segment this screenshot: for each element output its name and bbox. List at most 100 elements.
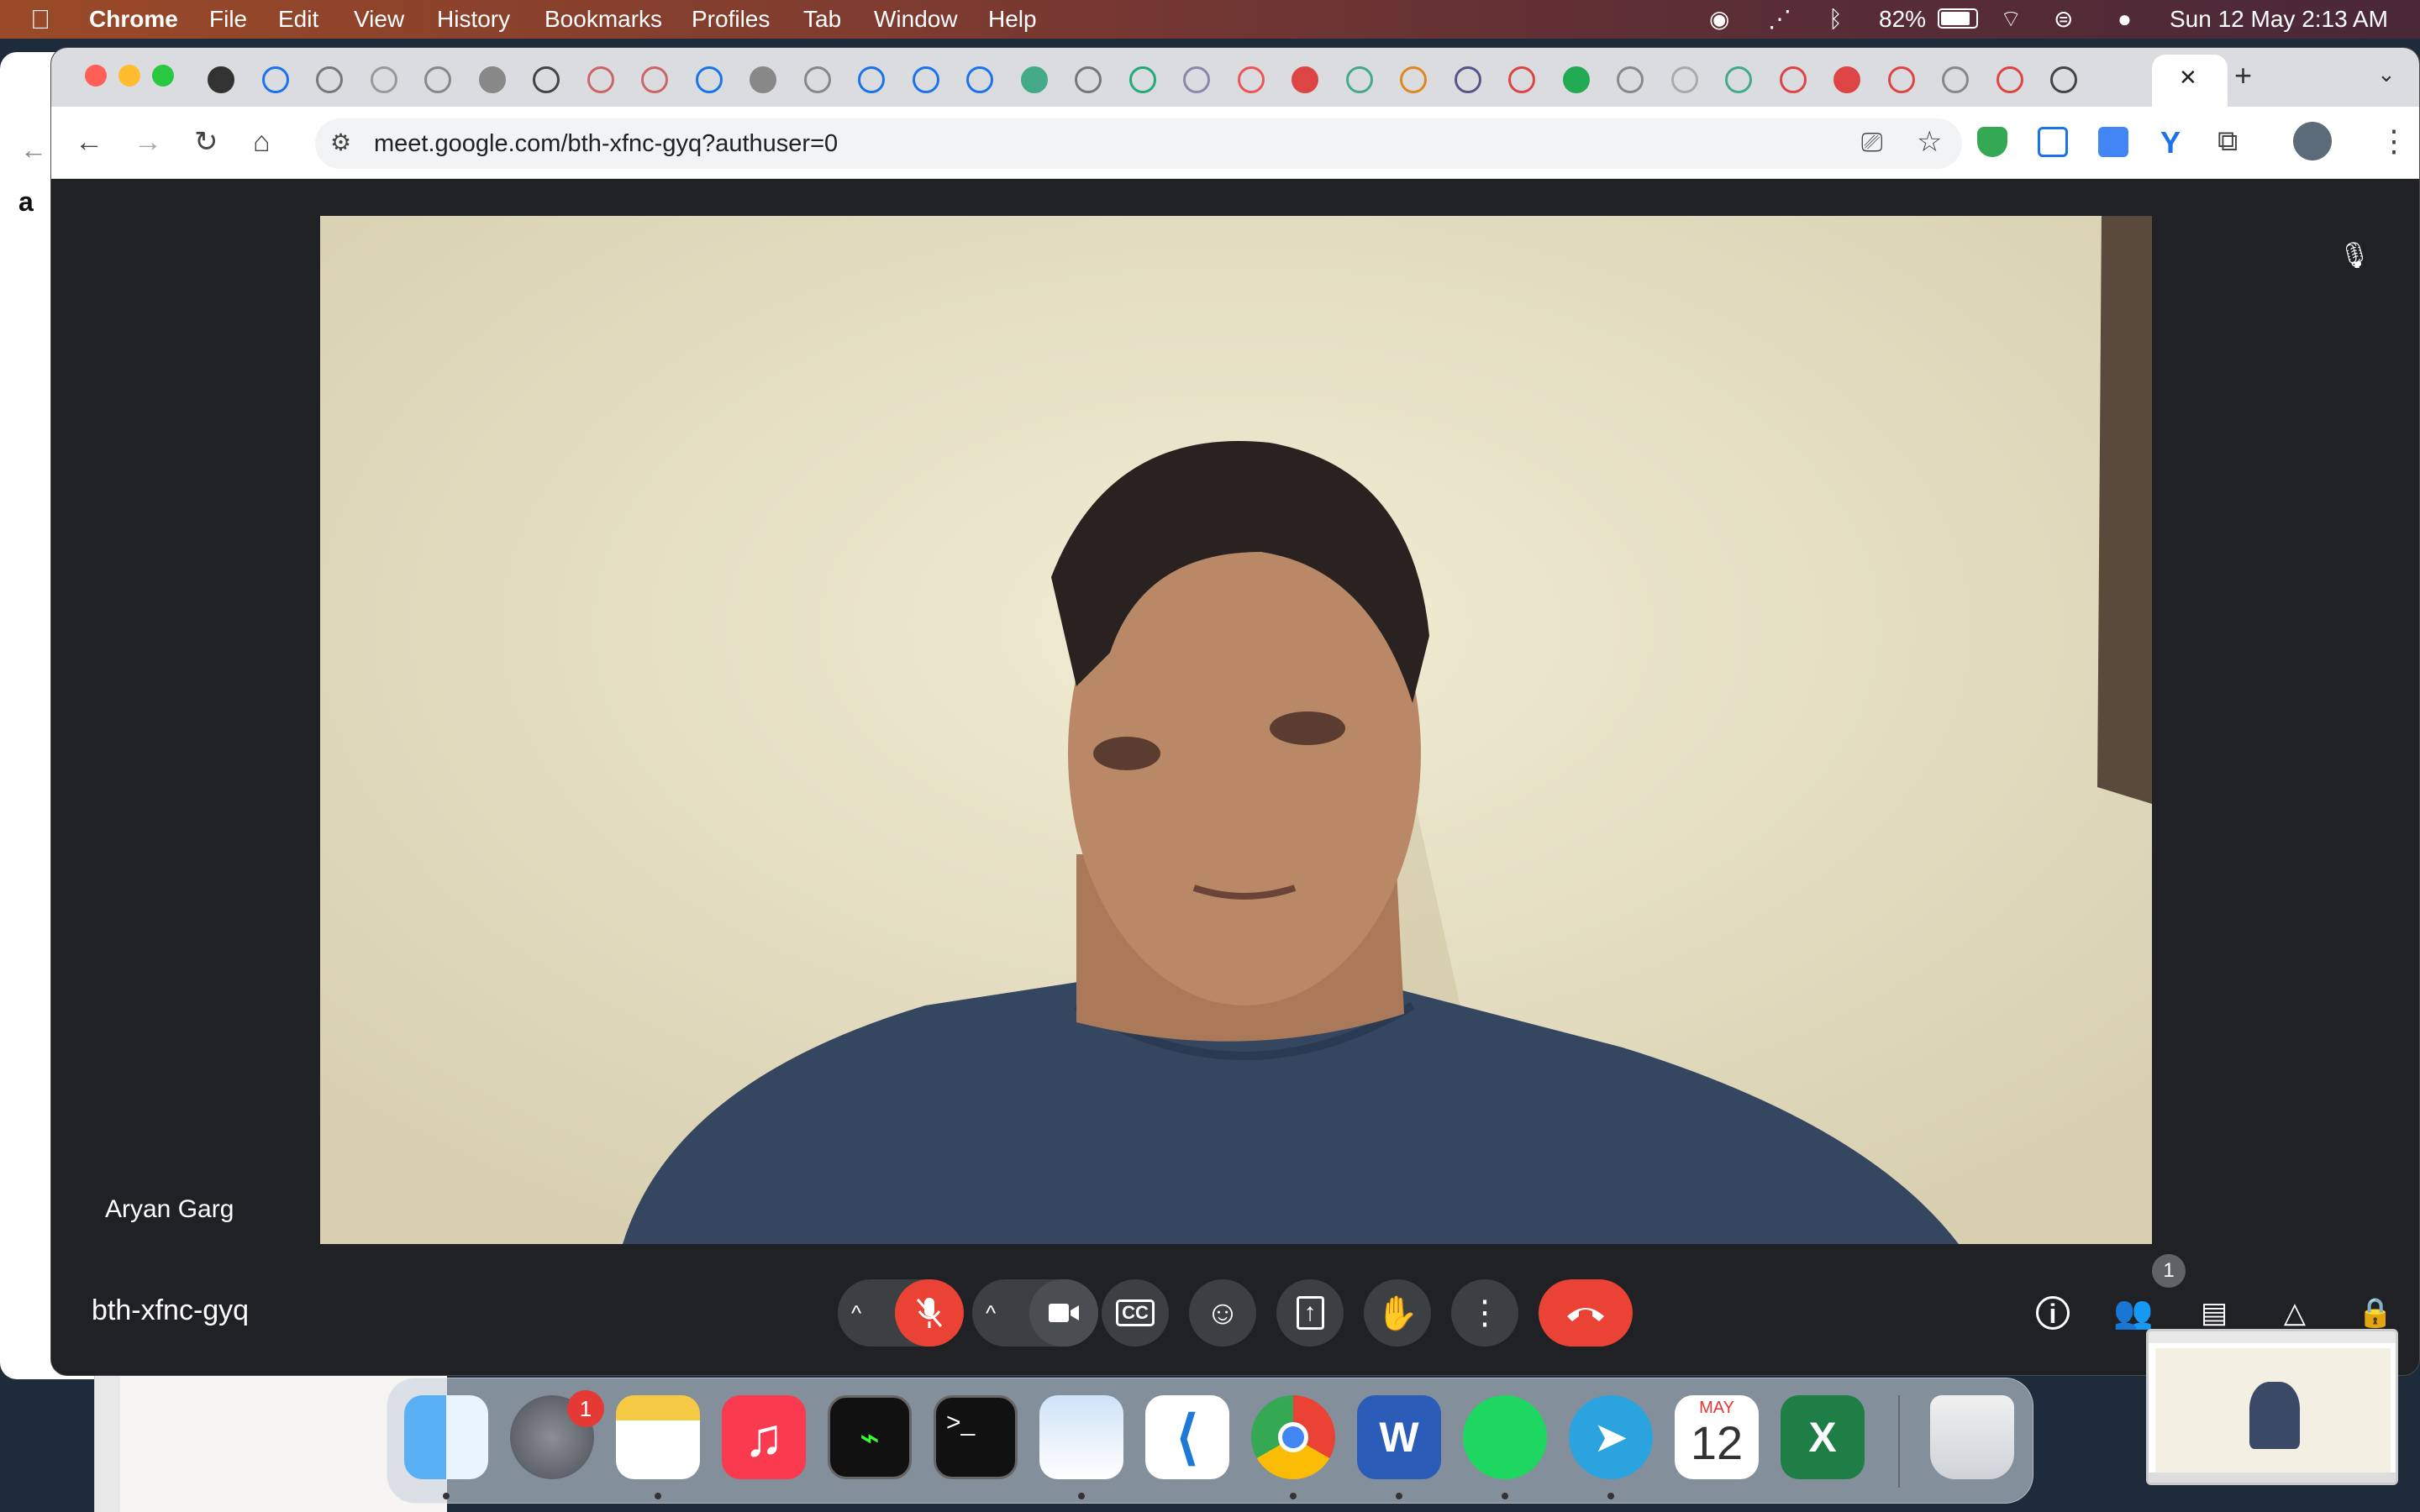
bluetooth-icon[interactable]: ᛒ bbox=[1828, 0, 1843, 39]
menu-file[interactable]: File bbox=[209, 0, 247, 39]
meeting-details-button[interactable]: i bbox=[2019, 1279, 2086, 1347]
vpn-extension-icon[interactable]: Y bbox=[2160, 125, 2181, 160]
home-button[interactable]: ⌂ bbox=[253, 125, 271, 159]
minimize-window-button[interactable] bbox=[118, 65, 140, 87]
preview-icon[interactable] bbox=[1039, 1395, 1123, 1479]
user-status-icon[interactable]: ◉ bbox=[1709, 0, 1729, 39]
control-center-icon[interactable]: ⊜ bbox=[2054, 0, 2073, 39]
profile-avatar[interactable] bbox=[2293, 122, 2332, 160]
tab-favicon-icon[interactable] bbox=[803, 66, 831, 93]
tab-favicon-icon[interactable] bbox=[1887, 66, 1915, 93]
url-text[interactable]: meet.google.com/bth-xfnc-gyq?authuser=0 bbox=[374, 130, 838, 158]
word-icon[interactable]: W bbox=[1357, 1395, 1441, 1479]
microphone-toggle-button[interactable] bbox=[895, 1279, 964, 1347]
tab-favicon-icon[interactable] bbox=[1562, 66, 1590, 93]
vscode-icon[interactable]: ⟨ bbox=[1145, 1395, 1229, 1479]
tab-favicon-icon[interactable] bbox=[1996, 66, 2023, 93]
menu-history[interactable]: History bbox=[437, 0, 510, 39]
tab-favicon-icon[interactable] bbox=[261, 66, 289, 93]
extensions-puzzle-icon[interactable]: ⧉ bbox=[2217, 125, 2238, 158]
terminal-icon[interactable]: >_ bbox=[934, 1395, 1018, 1479]
tab-favicon-icon[interactable] bbox=[1183, 66, 1210, 93]
tab-favicon-icon[interactable] bbox=[1020, 66, 1048, 93]
present-screen-button[interactable]: ↑ bbox=[1276, 1279, 1344, 1347]
close-tab-icon[interactable]: ✕ bbox=[2179, 65, 2197, 91]
apple-menu-icon[interactable]:  bbox=[30, 0, 50, 39]
excel-icon[interactable]: X bbox=[1781, 1395, 1865, 1479]
tab-favicon-icon[interactable] bbox=[1128, 66, 1156, 93]
tab-favicon-icon[interactable] bbox=[208, 66, 234, 93]
tab-favicon-icon[interactable] bbox=[1075, 66, 1102, 93]
new-tab-button[interactable]: + bbox=[2234, 58, 2252, 93]
menu-profiles[interactable]: Profiles bbox=[692, 0, 770, 39]
close-window-button[interactable] bbox=[85, 65, 107, 87]
video-options-chevron-icon[interactable]: ^ bbox=[986, 1300, 996, 1326]
address-bar[interactable]: ⚙ meet.google.com/bth-xfnc-gyq?authuser=… bbox=[315, 118, 1962, 169]
shield-extension-icon[interactable] bbox=[1977, 127, 2007, 157]
battery-icon[interactable] bbox=[1938, 8, 1978, 29]
tab-favicon-icon[interactable] bbox=[1617, 66, 1644, 93]
tab-search-chevron-icon[interactable]: ⌄ bbox=[2377, 61, 2396, 87]
tab-favicon-icon[interactable] bbox=[1292, 66, 1318, 93]
tab-favicon-icon[interactable] bbox=[750, 66, 776, 93]
tab-favicon-icon[interactable] bbox=[587, 66, 614, 93]
screen-share-preview[interactable] bbox=[2146, 1329, 2398, 1485]
tab-favicon-icon[interactable] bbox=[1833, 66, 1860, 93]
menu-bookmarks[interactable]: Bookmarks bbox=[544, 0, 662, 39]
tab-favicon-icon[interactable] bbox=[424, 66, 451, 93]
reload-button[interactable]: ↻ bbox=[194, 125, 218, 159]
siri-icon[interactable]: ● bbox=[2118, 0, 2132, 39]
tab-favicon-icon[interactable] bbox=[1942, 66, 1969, 93]
tab-favicon-icon[interactable] bbox=[533, 66, 560, 93]
tab-favicon-icon[interactable] bbox=[316, 66, 343, 93]
tab-favicon-icon[interactable] bbox=[1345, 66, 1373, 93]
tab-favicon-icon[interactable] bbox=[1237, 66, 1265, 93]
tab-favicon-icon[interactable] bbox=[2050, 66, 2077, 93]
tab-favicon-icon[interactable] bbox=[1400, 66, 1427, 93]
end-call-button[interactable] bbox=[1539, 1279, 1633, 1347]
music-icon[interactable]: ♫ bbox=[722, 1395, 806, 1479]
tab-favicon-icon[interactable] bbox=[478, 66, 506, 93]
captions-button[interactable]: CC bbox=[1102, 1279, 1169, 1347]
wifi-extra-icon[interactable]: ⋰ bbox=[1768, 0, 1791, 39]
tab-favicon-icon[interactable] bbox=[1508, 66, 1535, 93]
camera-in-use-icon[interactable]: ⎚ bbox=[1861, 127, 1883, 159]
menu-help[interactable]: Help bbox=[988, 0, 1037, 39]
menu-app-name[interactable]: Chrome bbox=[89, 0, 178, 39]
google-translate-icon[interactable] bbox=[2098, 127, 2128, 157]
tab-favicon-icon[interactable] bbox=[1670, 66, 1698, 93]
tab-favicon-icon[interactable] bbox=[695, 66, 723, 93]
forward-button[interactable]: → bbox=[134, 125, 162, 159]
calendar-icon[interactable]: MAY 12 bbox=[1675, 1395, 1759, 1479]
telegram-icon[interactable]: ➤ bbox=[1569, 1395, 1653, 1479]
zoom-window-button[interactable] bbox=[152, 65, 174, 87]
reactions-button[interactable]: ☺ bbox=[1189, 1279, 1256, 1347]
tab-favicon-icon[interactable] bbox=[1454, 66, 1481, 93]
back-button[interactable]: ← bbox=[75, 125, 103, 159]
participant-video[interactable] bbox=[320, 216, 2152, 1244]
more-options-button[interactable]: ⋮ bbox=[1451, 1279, 1518, 1347]
menu-tab[interactable]: Tab bbox=[803, 0, 841, 39]
site-info-icon[interactable]: ⚙ bbox=[330, 129, 351, 156]
menubar-clock[interactable]: Sun 12 May 2:13 AM bbox=[2170, 0, 2388, 39]
meeting-code[interactable]: bth-xfnc-gyq bbox=[92, 1294, 249, 1327]
notes-icon[interactable] bbox=[616, 1395, 700, 1479]
camera-toggle-button[interactable] bbox=[1029, 1279, 1098, 1347]
active-tab[interactable]: ✕ bbox=[2152, 55, 2228, 107]
tab-favicon-icon[interactable] bbox=[1725, 66, 1752, 93]
wifi-icon[interactable]: ⌔ bbox=[2000, 0, 2022, 39]
translate-extension-icon[interactable] bbox=[2038, 127, 2068, 157]
audio-options-chevron-icon[interactable]: ^ bbox=[851, 1300, 861, 1326]
trash-icon[interactable] bbox=[1930, 1395, 2014, 1479]
bookmark-star-icon[interactable]: ☆ bbox=[1917, 125, 1942, 159]
raise-hand-button[interactable]: ✋ bbox=[1364, 1279, 1431, 1347]
spotify-icon[interactable] bbox=[1463, 1395, 1547, 1479]
tab-favicon-icon[interactable] bbox=[1779, 66, 1807, 93]
tab-favicon-icon[interactable] bbox=[966, 66, 993, 93]
chrome-menu-icon[interactable]: ⋮ bbox=[2379, 123, 2409, 159]
activity-monitor-icon[interactable]: ⌁ bbox=[828, 1395, 912, 1479]
menu-view[interactable]: View bbox=[354, 0, 404, 39]
finder-icon[interactable] bbox=[404, 1395, 488, 1479]
menu-edit[interactable]: Edit bbox=[278, 0, 318, 39]
tab-favicon-icon[interactable] bbox=[858, 66, 885, 93]
